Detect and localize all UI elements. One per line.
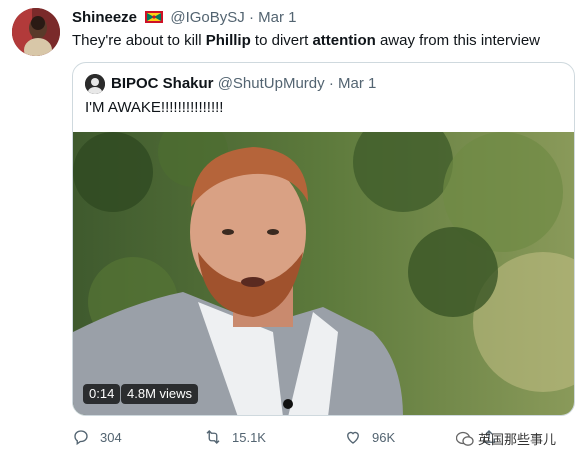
- retweet-icon: [206, 430, 220, 444]
- author-avatar[interactable]: [12, 8, 60, 56]
- reply-icon: [74, 430, 88, 446]
- heart-icon: [347, 431, 359, 444]
- wechat-watermark: 英国那些事儿: [456, 429, 556, 448]
- retweet-button[interactable]: 15.1K: [204, 428, 266, 446]
- like-count: 96K: [372, 429, 396, 445]
- header-separator: ·: [248, 9, 254, 26]
- grenada-flag-icon: [145, 11, 164, 23]
- video-duration-badge: 0:14: [83, 384, 121, 404]
- reply-count: 304: [100, 429, 122, 445]
- quoted-author-avatar[interactable]: [85, 74, 105, 94]
- quoted-tweet-text: I'M AWAKE!!!!!!!!!!!!!!!: [85, 99, 224, 116]
- wechat-icon: [456, 431, 474, 446]
- video-player[interactable]: 0:14 4.8M views: [73, 132, 574, 415]
- watermark-text: 英国那些事儿: [478, 432, 557, 447]
- quoted-separator: ·: [328, 75, 334, 92]
- video-frame: [73, 132, 574, 415]
- quoted-date[interactable]: Mar 1: [338, 75, 376, 92]
- author-handle[interactable]: @IGoBySJ: [170, 9, 244, 26]
- author-name[interactable]: Shineeze: [72, 9, 137, 26]
- quoted-author-handle[interactable]: @ShutUpMurdy: [218, 75, 325, 92]
- tweet-header: Shineeze @IGoBySJ · Mar 1: [72, 9, 296, 27]
- highlight-attention: attention: [312, 32, 376, 49]
- video-views-badge: 4.8M views: [121, 384, 199, 404]
- quoted-author-name[interactable]: BIPOC Shakur: [111, 75, 214, 92]
- quoted-tweet-card[interactable]: BIPOC Shakur @ShutUpMurdy · Mar 1 I'M AW…: [72, 62, 575, 416]
- quoted-tweet-header: BIPOC Shakur @ShutUpMurdy · Mar 1: [111, 75, 376, 93]
- retweet-count: 15.1K: [232, 429, 266, 445]
- like-button[interactable]: 96K: [344, 428, 395, 446]
- highlight-phillip: Phillip: [205, 32, 251, 49]
- reply-button[interactable]: 304: [72, 428, 122, 446]
- tweet-date[interactable]: Mar 1: [258, 9, 296, 26]
- tweet-text: They're about to kill Phillip to divert …: [72, 32, 541, 49]
